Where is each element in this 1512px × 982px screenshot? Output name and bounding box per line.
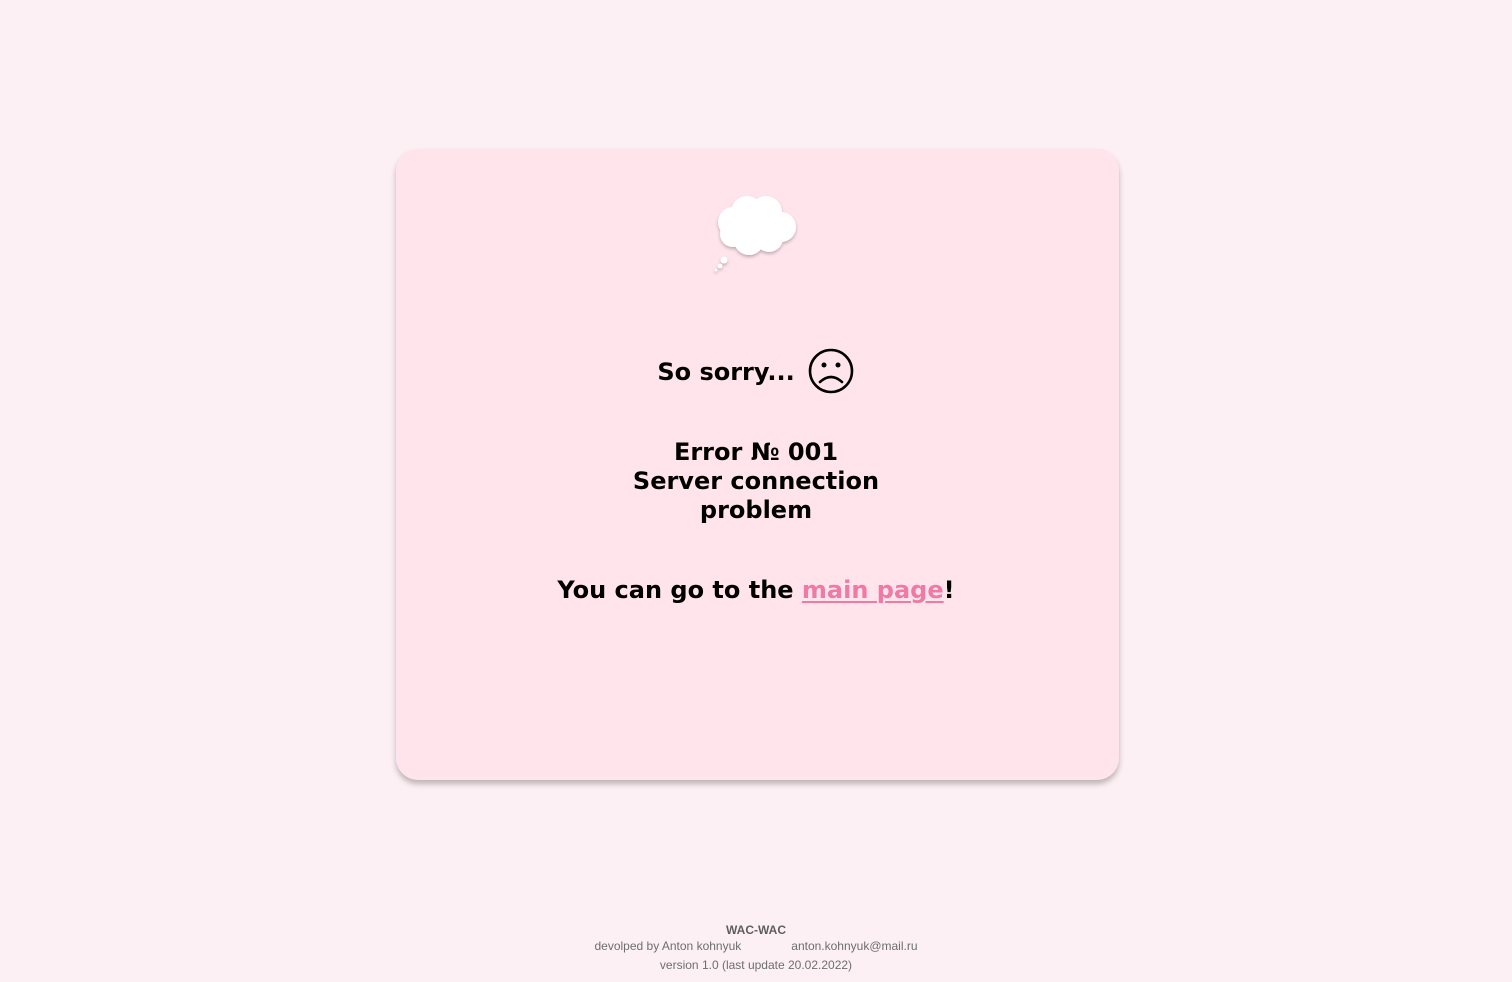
goto-prefix: You can go to the: [557, 576, 802, 604]
error-message: Error № 001 Server connection problem: [0, 438, 1512, 525]
sorry-heading: So sorry...: [657, 358, 795, 386]
sad-face-icon: [808, 348, 853, 394]
error-description-line-1: Server connection: [632, 467, 880, 495]
thought-cloud-icon: [714, 196, 796, 272]
goto-message: You can go to the main page!: [0, 574, 1512, 606]
footer-brand: WAC-WAC: [726, 923, 786, 937]
footer-developer-row: devolped by Anton kohnyuk anton.kohnyuk@m…: [0, 938, 1512, 954]
heading-row: So sorry...: [0, 346, 1512, 398]
footer-email[interactable]: anton.kohnyuk@mail.ru: [791, 939, 917, 953]
goto-suffix: !: [943, 576, 955, 604]
footer-developer: devolped by Anton kohnyuk: [594, 939, 742, 953]
main-page-link[interactable]: main page: [802, 576, 944, 604]
error-description-line-2: problem: [699, 496, 813, 524]
error-number: Error № 001: [673, 438, 839, 466]
footer: WAC-WAC devolped by Anton kohnyuk anton.k…: [0, 922, 1512, 973]
footer-version: version 1.0 (last update 20.02.2022): [659, 958, 853, 972]
